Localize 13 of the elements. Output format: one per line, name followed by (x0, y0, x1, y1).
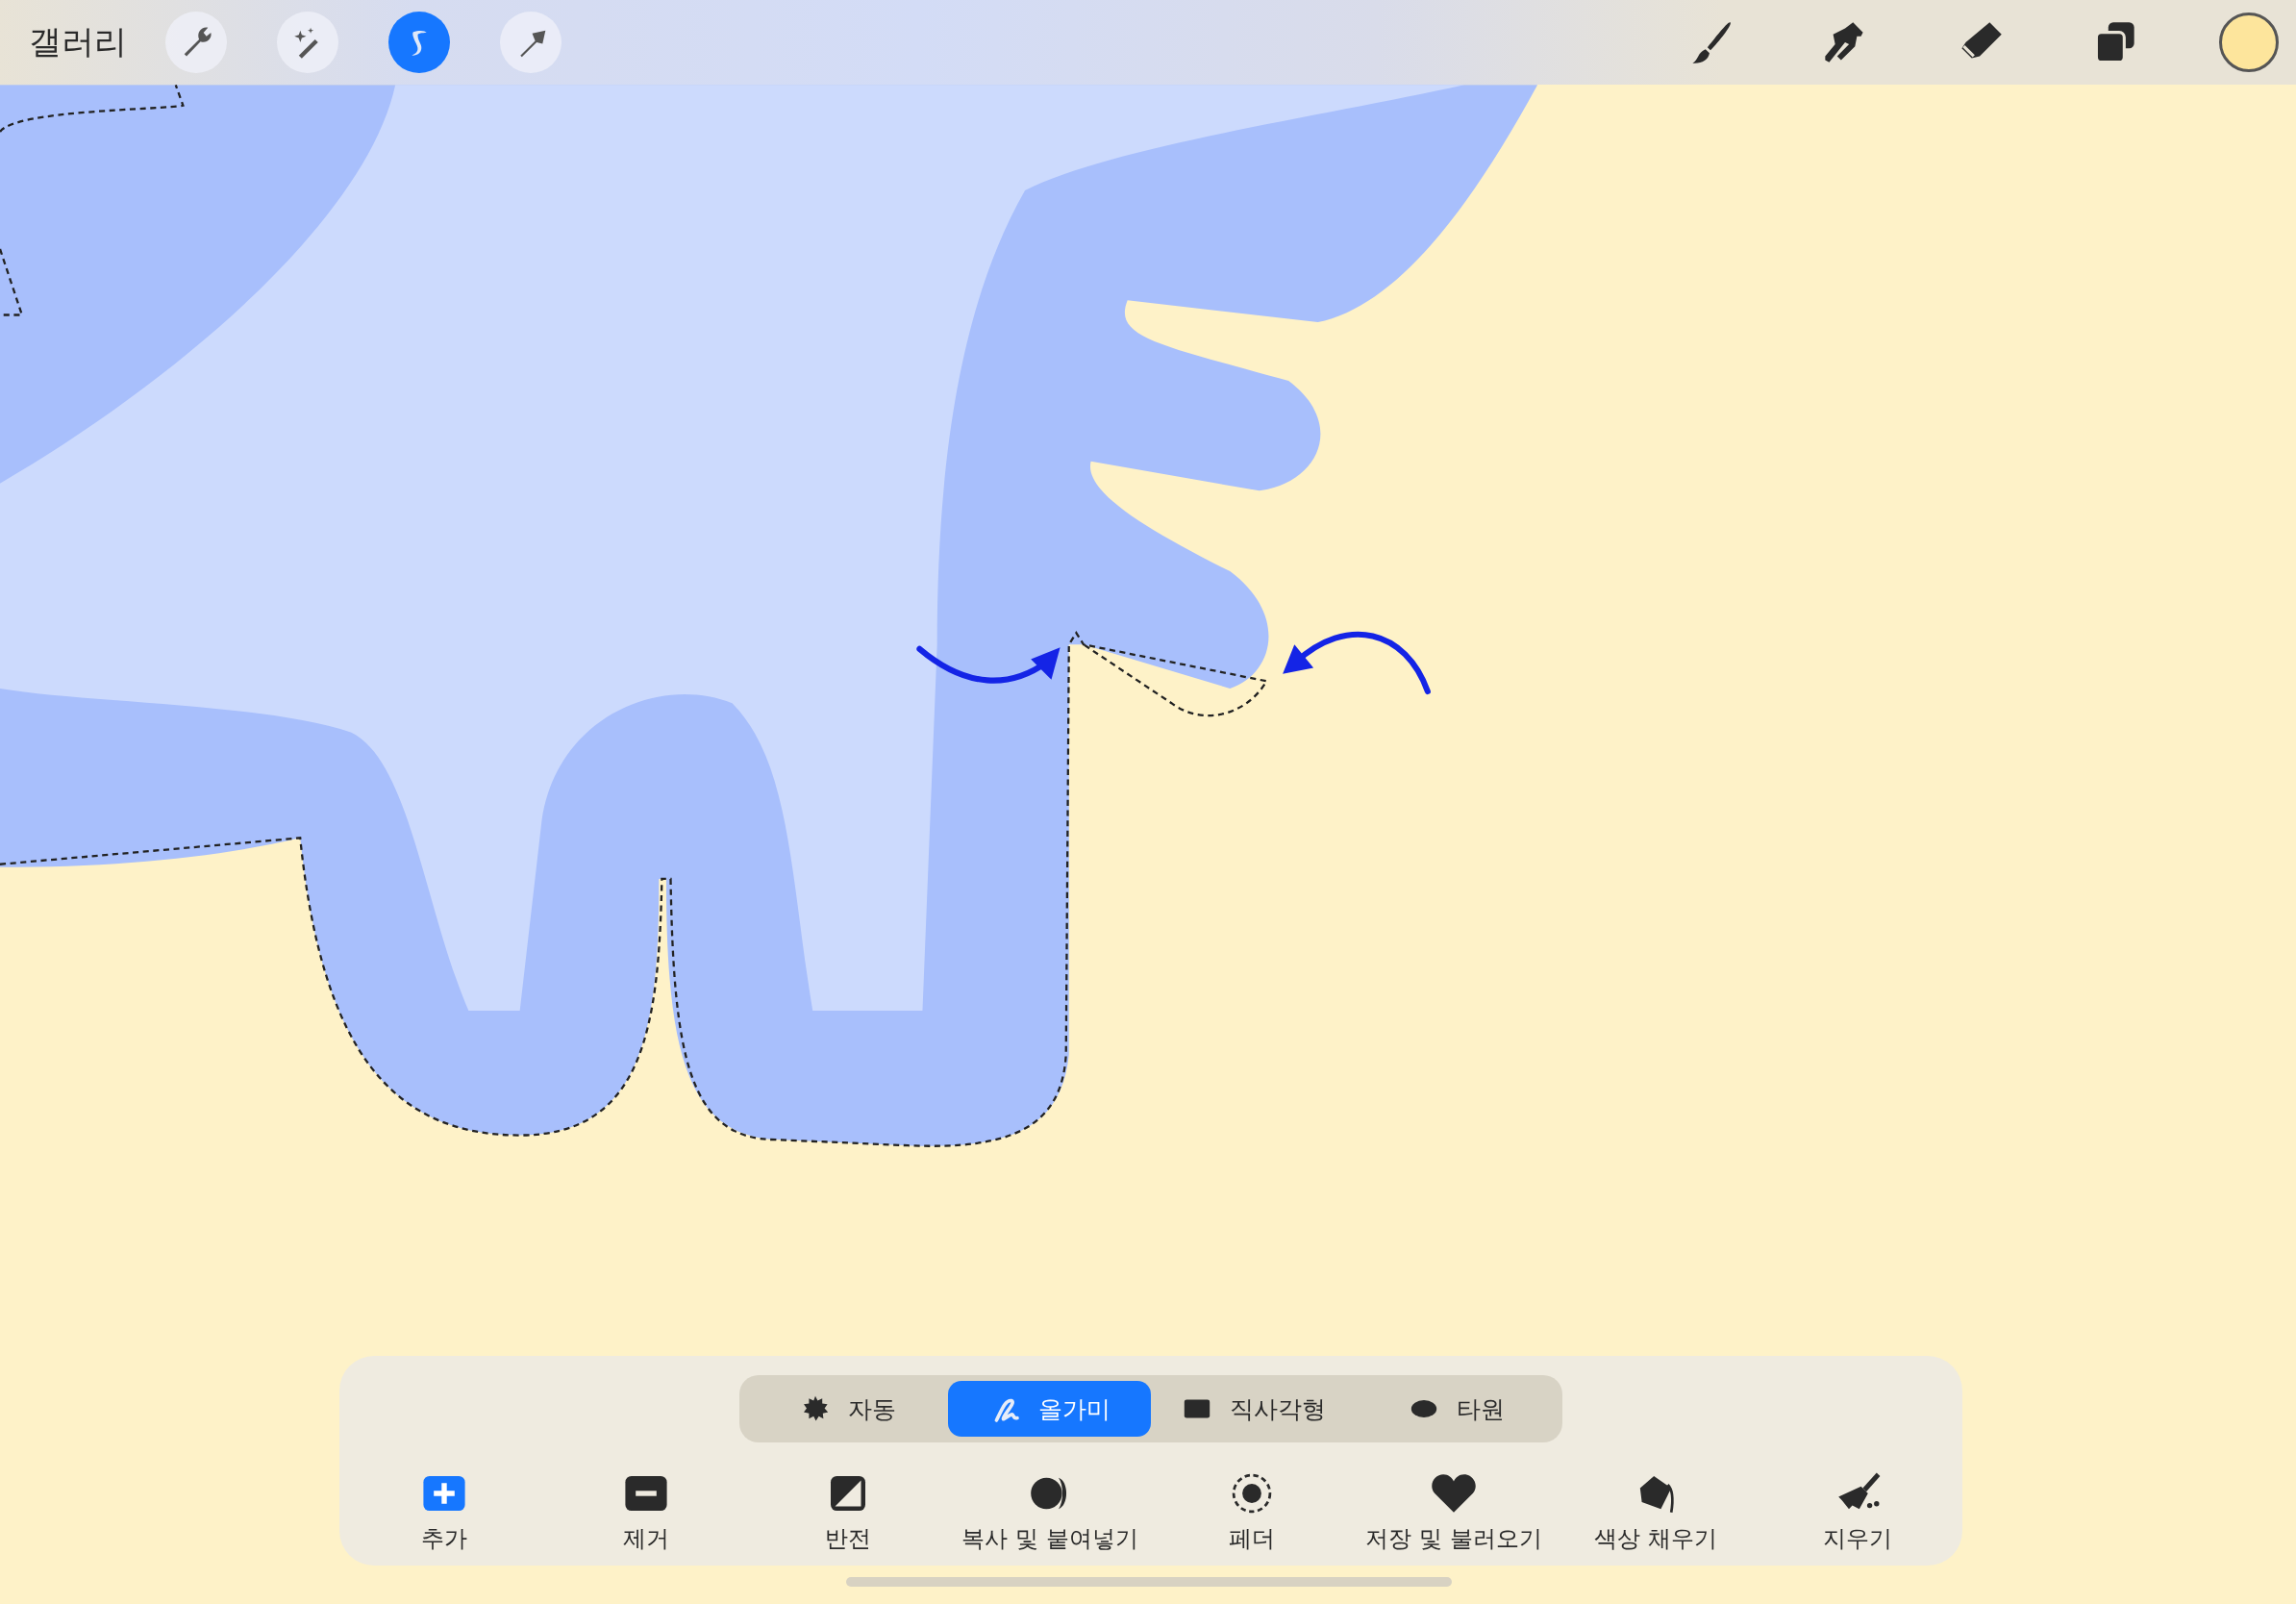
mode-tab[interactable]: 자동 (745, 1381, 948, 1437)
action-button[interactable]: 색상 채우기 (1594, 1467, 1717, 1554)
action-button[interactable]: 반전 (822, 1467, 874, 1554)
mode-tab[interactable]: 직사각형 (1151, 1381, 1354, 1437)
gallery-button[interactable]: 갤러리 (29, 20, 127, 64)
mode-tab[interactable]: 올가미 (948, 1381, 1151, 1437)
action-button[interactable]: 제거 (620, 1467, 672, 1554)
action-button[interactable]: 지우기 (1823, 1467, 1892, 1554)
action-button[interactable]: 페더 (1226, 1467, 1278, 1554)
action-button[interactable]: 저장 및 불러오기 (1365, 1467, 1542, 1554)
action-button[interactable]: 추가 (418, 1467, 470, 1554)
mode-tab[interactable]: 타원 (1354, 1381, 1557, 1437)
action-button[interactable]: 복사 및 붙여넣기 (961, 1467, 1138, 1554)
